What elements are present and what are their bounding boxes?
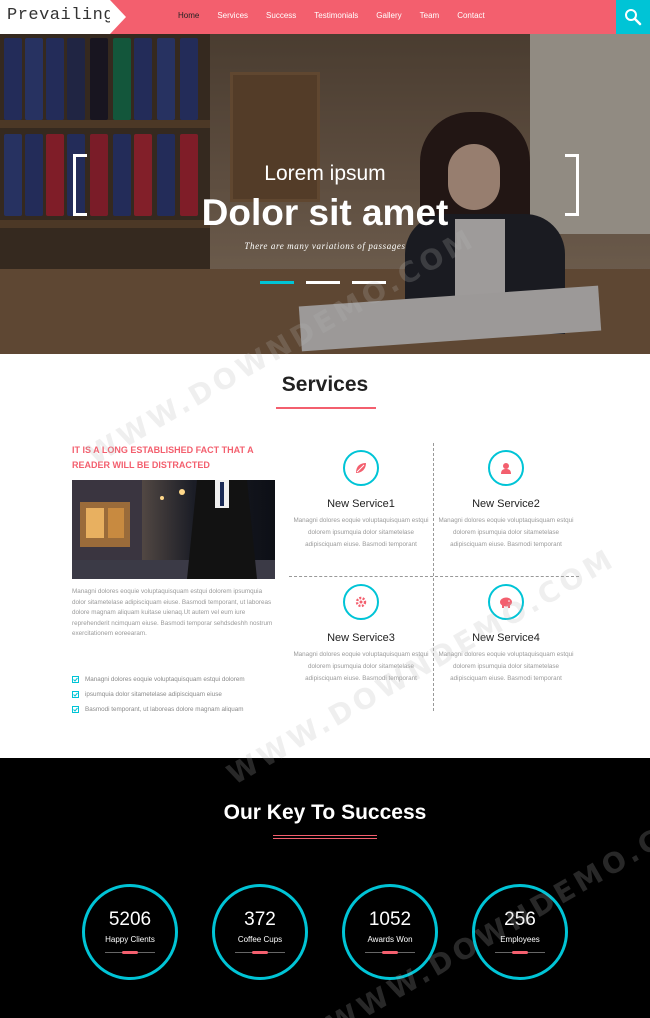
counter-label: Awards Won	[367, 935, 413, 944]
checklist-text: ipsumquia dolor sitametelase adipisciqua…	[85, 691, 222, 698]
counter-value: 5206	[108, 909, 152, 930]
nav-testimonials[interactable]: Testimonials	[314, 11, 358, 20]
service-card-4[interactable]: New Service4 Managni dolores eoquie volu…	[436, 584, 576, 685]
service-description: Managni dolores eoquie voluptaquisquam e…	[293, 651, 429, 682]
nav-contact[interactable]: Contact	[457, 11, 485, 20]
checklist-item: Basmodi temporant, ut laboreas dolore ma…	[72, 702, 282, 717]
top-navbar: Prevailing Home Services Success Testimo…	[0, 0, 650, 34]
site-logo[interactable]: Prevailing	[7, 6, 114, 25]
businessman-illustration	[72, 480, 275, 579]
counter-label: Employees	[500, 935, 540, 944]
counter-value: 372	[244, 909, 276, 930]
checklist-text: Managni dolores eoquie voluptaquisquam e…	[85, 676, 245, 683]
counter-awards-won: 1052 Awards Won	[342, 884, 438, 980]
services-grid-divider-horizontal	[289, 576, 579, 577]
checkmark-icon	[72, 691, 79, 698]
success-title-underline	[273, 835, 377, 839]
services-intro-heading: IT IS A LONG ESTABLISHED FACT THAT A REA…	[72, 445, 254, 470]
user-icon	[488, 450, 524, 486]
search-button[interactable]	[616, 0, 650, 34]
counter-happy-clients: 5206 Happy Clients	[82, 884, 178, 980]
hero-caption: There are many variations of passages	[244, 241, 406, 251]
search-icon	[625, 9, 642, 26]
hero-banner: Lorem ipsum Dolor sit amet There are man…	[0, 34, 650, 354]
service-name: New Service3	[327, 632, 395, 644]
services-intro-text: Managni dolores eoquie voluptaquisquam e…	[72, 588, 273, 637]
slide-dot-1[interactable]	[260, 281, 294, 284]
nav-home[interactable]: Home	[178, 11, 199, 20]
counter-label: Happy Clients	[105, 935, 155, 944]
counter-label: Coffee Cups	[237, 935, 283, 944]
nav-gallery[interactable]: Gallery	[376, 11, 401, 20]
counter-coffee-cups: 372 Coffee Cups	[212, 884, 308, 980]
service-name: New Service2	[472, 498, 540, 510]
counter-divider	[365, 951, 415, 954]
service-description: Managni dolores eoquie voluptaquisquam e…	[438, 517, 574, 548]
service-name: New Service4	[472, 632, 540, 644]
service-card-1[interactable]: New Service1 Managni dolores eoquie volu…	[291, 450, 431, 551]
piggy-bank-icon	[488, 584, 524, 620]
services-checklist: Managni dolores eoquie voluptaquisquam e…	[72, 672, 282, 717]
success-title: Our Key To Success	[223, 801, 427, 824]
service-description: Managni dolores eoquie voluptaquisquam e…	[438, 651, 574, 682]
main-nav: Home Services Success Testimonials Galle…	[178, 11, 503, 20]
nav-team[interactable]: Team	[420, 11, 440, 20]
slide-dot-3[interactable]	[352, 281, 386, 284]
counter-divider	[105, 951, 155, 954]
service-description: Managni dolores eoquie voluptaquisquam e…	[293, 517, 429, 548]
counter-divider	[495, 951, 545, 954]
businessman-photo	[72, 480, 275, 579]
services-title-underline	[276, 407, 376, 409]
counter-value: 256	[504, 909, 536, 930]
services-title: Services	[281, 373, 369, 396]
nav-success[interactable]: Success	[266, 11, 296, 20]
counter-value: 1052	[368, 909, 412, 930]
hero-title: Dolor sit amet	[201, 192, 449, 233]
success-section: Our Key To Success 5206 Happy Clients 37…	[0, 758, 650, 1018]
leaf-icon	[343, 450, 379, 486]
gear-icon	[343, 584, 379, 620]
service-card-2[interactable]: New Service2 Managni dolores eoquie volu…	[436, 450, 576, 551]
checklist-text: Basmodi temporant, ut laboreas dolore ma…	[85, 706, 244, 713]
slide-dot-2[interactable]	[306, 281, 340, 284]
checklist-item: Managni dolores eoquie voluptaquisquam e…	[72, 672, 282, 687]
checkmark-icon	[72, 676, 79, 683]
hero-subtitle: Lorem ipsum	[264, 162, 386, 185]
service-name: New Service1	[327, 498, 395, 510]
service-card-3[interactable]: New Service3 Managni dolores eoquie volu…	[291, 584, 431, 685]
nav-services[interactable]: Services	[217, 11, 248, 20]
counter-employees: 256 Employees	[472, 884, 568, 980]
services-grid-divider-vertical	[433, 443, 434, 711]
checkmark-icon	[72, 706, 79, 713]
slider-dots	[260, 281, 386, 284]
logo-tab: Prevailing	[0, 0, 126, 34]
checklist-item: ipsumquia dolor sitametelase adipisciqua…	[72, 687, 282, 702]
counter-divider	[235, 951, 285, 954]
